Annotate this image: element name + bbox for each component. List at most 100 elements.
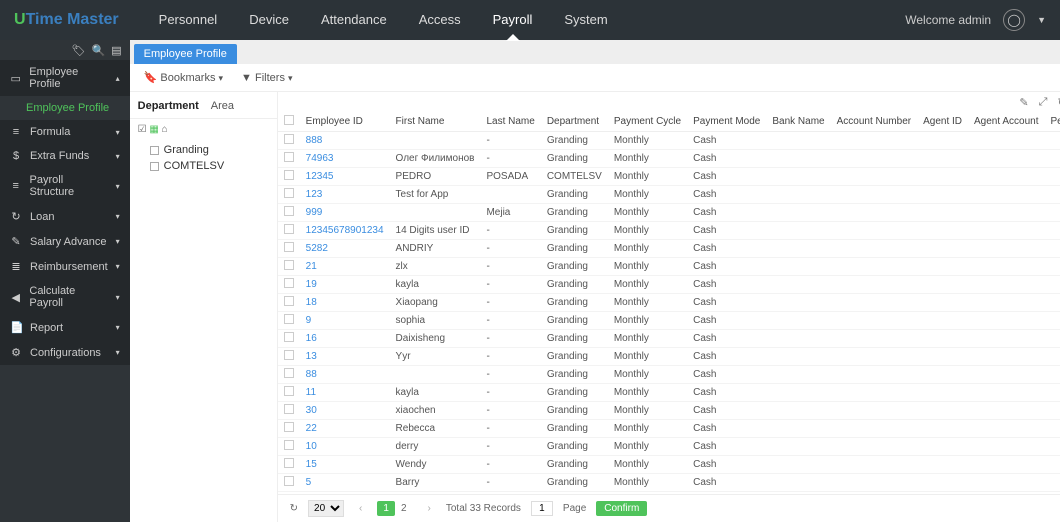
row-checkbox[interactable]	[284, 440, 294, 450]
row-checkbox[interactable]	[284, 368, 294, 378]
lp-tab-area[interactable]: Area	[211, 100, 234, 112]
row-checkbox[interactable]	[284, 170, 294, 180]
sidebar-calculate-payroll[interactable]: ◀Calculate Payroll▾	[0, 279, 130, 315]
col-first-name[interactable]: First Name	[390, 112, 481, 132]
sidebar-formula[interactable]: ≡Formula▾	[0, 120, 130, 144]
nav-payroll[interactable]: Payroll	[477, 0, 549, 40]
row-checkbox[interactable]	[284, 386, 294, 396]
row-checkbox[interactable]	[284, 260, 294, 270]
page-1[interactable]: 1	[377, 501, 395, 516]
col-bank-name[interactable]: Bank Name	[766, 112, 830, 132]
sidebar-reimbursement[interactable]: ≣Reimbursement▾	[0, 254, 130, 279]
cell-department: Granding	[541, 222, 608, 240]
col-department[interactable]: Department	[541, 112, 608, 132]
employee-id-link[interactable]: 88	[300, 366, 390, 384]
row-checkbox[interactable]	[284, 296, 294, 306]
row-checkbox[interactable]	[284, 152, 294, 162]
row-checkbox[interactable]	[284, 314, 294, 324]
select-all-checkbox[interactable]	[284, 115, 294, 125]
bookmarks-button[interactable]: 🔖 Bookmarks ▾	[144, 71, 223, 84]
page-2[interactable]: 2	[395, 501, 413, 516]
employee-id-link[interactable]: 13	[300, 348, 390, 366]
nav-device[interactable]: Device	[233, 0, 305, 40]
employee-id-link[interactable]: 123	[300, 186, 390, 204]
checkbox-icon[interactable]	[150, 146, 159, 155]
row-checkbox[interactable]	[284, 332, 294, 342]
tree-view-icon[interactable]: ▦	[149, 124, 158, 135]
row-checkbox[interactable]	[284, 206, 294, 216]
tree-node[interactable]: Granding	[138, 142, 269, 158]
row-checkbox[interactable]	[284, 278, 294, 288]
col-account-number[interactable]: Account Number	[831, 112, 917, 132]
user-avatar-icon[interactable]: ◯	[1003, 9, 1025, 31]
col-personnel-id[interactable]: Personnel ID	[1045, 112, 1060, 132]
employee-id-link[interactable]: 15	[300, 456, 390, 474]
col-agent-id[interactable]: Agent ID	[917, 112, 968, 132]
employee-id-link[interactable]: 5	[300, 474, 390, 492]
col-payment-cycle[interactable]: Payment Cycle	[608, 112, 687, 132]
employee-id-link[interactable]: 18	[300, 294, 390, 312]
nav-access[interactable]: Access	[403, 0, 477, 40]
prev-page-button[interactable]: ‹	[354, 501, 367, 516]
employee-id-link[interactable]: 30	[300, 402, 390, 420]
footer-refresh-icon[interactable]: ↻	[290, 503, 298, 514]
employee-id-link[interactable]: 12345678901234	[300, 222, 390, 240]
employee-id-link[interactable]: 16	[300, 330, 390, 348]
row-checkbox[interactable]	[284, 188, 294, 198]
cell-department: Granding	[541, 312, 608, 330]
employee-id-link[interactable]: 12345	[300, 168, 390, 186]
employee-id-link[interactable]: 21	[300, 258, 390, 276]
row-checkbox[interactable]	[284, 134, 294, 144]
expand-icon[interactable]: ⤢	[1039, 96, 1048, 109]
employee-id-link[interactable]: 5282	[300, 240, 390, 258]
employee-id-link[interactable]: 22	[300, 420, 390, 438]
next-page-button[interactable]: ›	[423, 501, 436, 516]
sidebar-employee-profile[interactable]: ▭Employee Profile▴	[0, 60, 130, 96]
sidebar-payroll-structure[interactable]: ≡Payroll Structure▾	[0, 168, 130, 204]
employee-id-link[interactable]: 19	[300, 276, 390, 294]
employee-id-link[interactable]: 74963	[300, 150, 390, 168]
nav-system[interactable]: System	[548, 0, 623, 40]
sidebar-sub-employee-profile[interactable]: Employee Profile	[0, 96, 130, 120]
sidebar-extra-funds[interactable]: $Extra Funds▾	[0, 144, 130, 168]
checkbox-icon[interactable]	[150, 162, 159, 171]
sidebar-salary-advance[interactable]: ✎Salary Advance▾	[0, 229, 130, 254]
row-checkbox[interactable]	[284, 224, 294, 234]
nav-attendance[interactable]: Attendance	[305, 0, 403, 40]
row-checkbox[interactable]	[284, 458, 294, 468]
cell-mode: Cash	[687, 222, 766, 240]
nav-personnel[interactable]: Personnel	[143, 0, 234, 40]
tag-icon[interactable]: 🏷	[72, 44, 86, 57]
employee-id-link[interactable]: 888	[300, 132, 390, 150]
tree-node[interactable]: COMTELSV	[138, 158, 269, 174]
row-checkbox[interactable]	[284, 476, 294, 486]
employee-id-link[interactable]: 999	[300, 204, 390, 222]
col-last-name[interactable]: Last Name	[480, 112, 540, 132]
page-size-select[interactable]: 20	[308, 500, 344, 517]
confirm-button[interactable]: Confirm	[596, 501, 647, 516]
user-menu-caret-icon[interactable]: ▼	[1037, 15, 1046, 25]
goto-page-input[interactable]	[531, 501, 553, 516]
sidebar-configurations[interactable]: ⚙Configurations▾	[0, 340, 130, 365]
col-payment-mode[interactable]: Payment Mode	[687, 112, 766, 132]
lp-tab-department[interactable]: Department	[138, 100, 199, 112]
row-checkbox[interactable]	[284, 350, 294, 360]
sidebar-loan[interactable]: ↻Loan▾	[0, 204, 130, 229]
check-all-icon[interactable]: ☑	[138, 124, 147, 135]
employee-id-link[interactable]: 11	[300, 384, 390, 402]
filters-button[interactable]: ▼ Filters ▾	[241, 72, 293, 84]
collapse-icon[interactable]: ▤	[111, 44, 121, 57]
employee-id-link[interactable]: 9	[300, 312, 390, 330]
table-row: 16Daixisheng-GrandingMonthlyCash✎	[278, 330, 1060, 348]
employee-id-link[interactable]: 10	[300, 438, 390, 456]
row-checkbox[interactable]	[284, 422, 294, 432]
sidebar-report[interactable]: 📄Report▾	[0, 315, 130, 340]
edit-icon[interactable]: ✎	[1019, 96, 1028, 109]
tab-employee-profile[interactable]: Employee Profile	[134, 44, 237, 64]
col-agent-account[interactable]: Agent Account	[968, 112, 1045, 132]
search-icon[interactable]: 🔍	[92, 44, 106, 57]
col-employee-id[interactable]: Employee ID	[300, 112, 390, 132]
row-checkbox[interactable]	[284, 242, 294, 252]
org-tree-icon[interactable]: ⌂	[162, 124, 168, 135]
row-checkbox[interactable]	[284, 404, 294, 414]
